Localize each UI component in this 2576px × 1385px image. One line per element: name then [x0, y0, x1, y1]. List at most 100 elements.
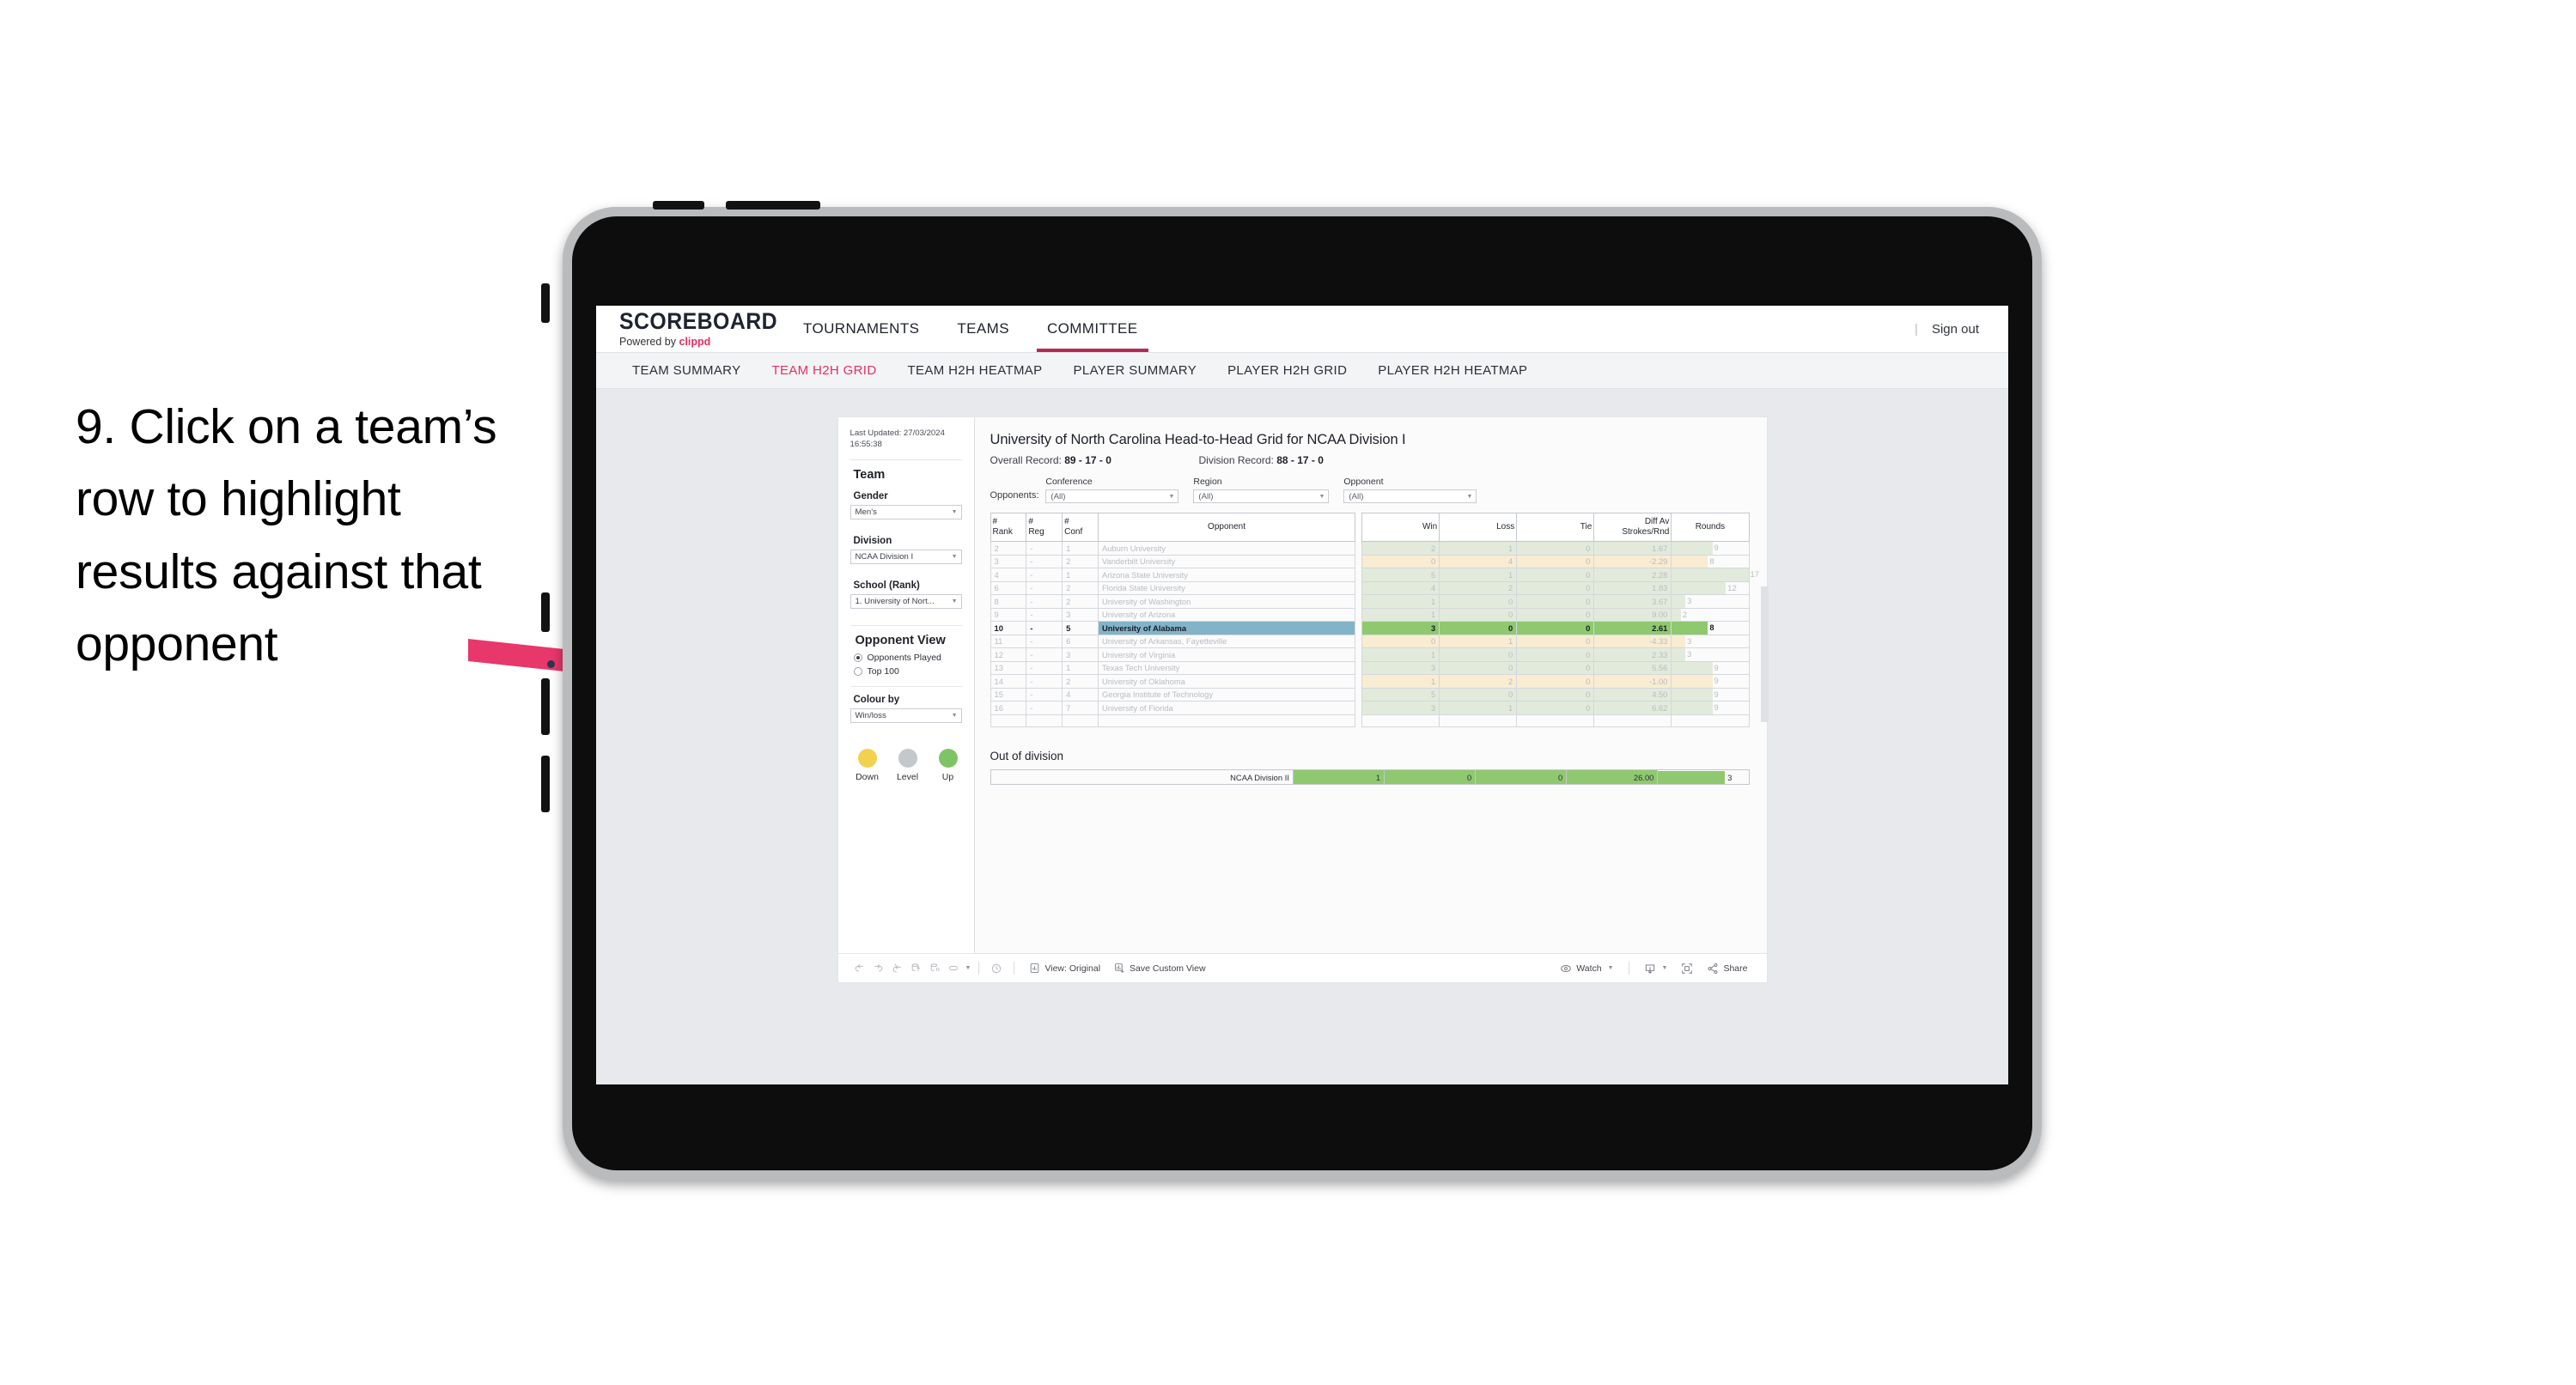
- cell-loss: 4: [1439, 554, 1518, 569]
- cell-loss: 0: [1439, 660, 1518, 676]
- rounds-value: 9: [1714, 662, 1719, 672]
- cell-diff: 1.83: [1593, 580, 1672, 596]
- redo-icon[interactable]: [869, 959, 888, 978]
- filter-value-opponent: (All): [1349, 491, 1364, 501]
- school-select[interactable]: 1. University of Nort... ▼: [850, 594, 962, 610]
- watch-button[interactable]: Watch ▼: [1553, 963, 1620, 975]
- fullscreen-button[interactable]: [1674, 963, 1700, 975]
- opponent-view-title: Opponent View: [855, 634, 946, 648]
- cell-tie: 0: [1516, 607, 1595, 623]
- download-button[interactable]: ▼: [1637, 963, 1675, 975]
- nav-committee[interactable]: COMMITTEE: [1028, 306, 1157, 352]
- cell-loss: 0: [1439, 647, 1518, 662]
- tab-player-h2h-grid[interactable]: PLAYER H2H GRID: [1212, 363, 1362, 378]
- table-row[interactable]: 13-1 Texas Tech University 3 0 0 5.56 9: [990, 660, 1750, 676]
- chevron-down-icon[interactable]: ▼: [965, 965, 971, 971]
- ood-diff: 26.00: [1566, 769, 1659, 786]
- division-value: NCAA Division I: [855, 552, 914, 562]
- ood-win: 1: [1292, 769, 1385, 786]
- view-original-toggle-icon[interactable]: [945, 959, 964, 978]
- cell-diff: -4.33: [1593, 634, 1672, 649]
- alerts-icon[interactable]: [987, 959, 1006, 978]
- ood-opponent: NCAA Division II: [990, 769, 1294, 786]
- revert-icon[interactable]: [888, 959, 907, 978]
- team-section-title: Team: [853, 468, 886, 483]
- cell-spacer: [1355, 661, 1362, 675]
- cell-diff: 2.33: [1593, 647, 1672, 662]
- cell-rank: 13: [990, 660, 1027, 676]
- colour-legend: Down Level Up: [855, 749, 962, 782]
- cell-diff: 1.67: [1593, 541, 1672, 556]
- table-row[interactable]: 10-5 University of Alabama 3 0 0 2.61 8: [990, 621, 1750, 635]
- radio-label-top-100: Top 100: [867, 666, 899, 677]
- pause-updates-icon[interactable]: [926, 959, 945, 978]
- table-row[interactable]: 14-2 University of Oklahoma 1 2 0 -1.00 9: [990, 674, 1750, 689]
- save-custom-view-button[interactable]: Save Custom View: [1107, 963, 1213, 974]
- table-row[interactable]: 9-3 University of Arizona 1 0 0 9.00 2: [990, 607, 1750, 623]
- table-row[interactable]: 2-1 Auburn University 2 1 0 1.67 9: [990, 541, 1750, 556]
- tablet-camera-dot: [547, 660, 555, 668]
- cell-opponent: Texas Tech University: [1097, 660, 1356, 676]
- view-original-button[interactable]: View: Original: [1022, 963, 1107, 974]
- filter-select-region[interactable]: (All) ▼: [1193, 489, 1330, 503]
- tab-team-summary[interactable]: TEAM SUMMARY: [617, 363, 756, 378]
- cell-diff: -1.00: [1593, 674, 1672, 689]
- filter-select-opponent[interactable]: (All) ▼: [1343, 489, 1477, 503]
- cell-spacer: [1355, 541, 1362, 556]
- cell-conf: 2: [1062, 554, 1099, 569]
- cell-tie: 0: [1516, 687, 1595, 702]
- share-button[interactable]: Share: [1700, 963, 1754, 975]
- gender-value: Men’s: [855, 507, 877, 518]
- cell-rank: 16: [990, 701, 1027, 715]
- gender-label: Gender: [853, 491, 888, 502]
- cell-reg: -: [1026, 647, 1063, 662]
- table-row[interactable]: 15-4 Georgia Institute of Technology 5 0 0 4.…: [990, 687, 1750, 702]
- table-row[interactable]: 3-2 Vanderbilt University 0 4 0 -2.29 8: [990, 554, 1750, 569]
- col-tie: Tie: [1516, 512, 1595, 543]
- cell-reg: -: [1026, 674, 1063, 689]
- legend-dot-level: [898, 749, 917, 768]
- chevron-down-icon: ▼: [951, 509, 958, 516]
- colour-by-label: Colour by: [853, 695, 900, 706]
- refresh-data-icon[interactable]: [907, 959, 926, 978]
- cell-reg: -: [1026, 580, 1063, 596]
- viz-title: University of North Carolina Head-to-Hea…: [990, 432, 1406, 447]
- nav-teams[interactable]: TEAMS: [938, 306, 1028, 352]
- cell-reg: -: [1026, 554, 1063, 569]
- cell-win: 0: [1361, 554, 1440, 569]
- radio-top-100[interactable]: Top 100: [853, 666, 962, 677]
- table-row[interactable]: 4-1 Arizona State University 5 1 0 2.28 17: [990, 568, 1759, 582]
- nav-tournaments[interactable]: TOURNAMENTS: [784, 306, 938, 352]
- cell-opponent: University of Arkansas, Fayetteville: [1097, 634, 1356, 649]
- filter-opponent: Opponent (All) ▼: [1343, 477, 1477, 503]
- sign-out-link[interactable]: Sign out: [1932, 322, 1979, 337]
- tab-team-h2h-heatmap[interactable]: TEAM H2H HEATMAP: [892, 363, 1058, 378]
- table-row[interactable]: 12-3 University of Virginia 1 0 0 2.33 3: [990, 647, 1750, 662]
- cell-rank: 10: [990, 621, 1027, 635]
- gender-select[interactable]: Men’s ▼: [850, 505, 962, 520]
- table-row[interactable]: 8-2 University of Washington 1 0 0 3.67 3: [990, 594, 1750, 609]
- filter-select-conference[interactable]: (All) ▼: [1045, 489, 1179, 503]
- cell-rounds: 12: [1671, 580, 1750, 596]
- tab-player-h2h-heatmap[interactable]: PLAYER H2H HEATMAP: [1362, 363, 1543, 378]
- out-of-division-title: Out of division: [990, 750, 1064, 763]
- cell-spacer: [1355, 674, 1362, 689]
- h2h-grid-wrapper: # Rank # Reg # Conf Opponent Win Loss Tie: [990, 512, 1769, 728]
- undo-icon[interactable]: [850, 959, 869, 978]
- table-row[interactable]: 6-2 Florida State University 4 2 0 1.83 12: [990, 580, 1750, 596]
- opponents-filter-label: Opponents:: [990, 490, 1039, 501]
- table-row[interactable]: 16-7 University of Florida 3 1 0 6.62 9: [990, 701, 1750, 715]
- colour-by-select[interactable]: Win/loss ▼: [850, 708, 962, 724]
- chevron-down-icon: ▼: [1168, 493, 1175, 500]
- tab-team-h2h-grid[interactable]: TEAM H2H GRID: [756, 363, 892, 378]
- rounds-value: 9: [1714, 689, 1719, 699]
- app-logo[interactable]: SCOREBOARD Powered by clippd: [619, 310, 777, 349]
- table-row[interactable]: 11-6 University of Arkansas, Fayetteville…: [990, 634, 1750, 649]
- tab-player-summary[interactable]: PLAYER SUMMARY: [1058, 363, 1213, 378]
- division-select[interactable]: NCAA Division I ▼: [850, 550, 962, 565]
- rounds-value: 3: [1687, 596, 1692, 606]
- radio-opponents-played[interactable]: Opponents Played: [853, 653, 962, 663]
- cell-rank: 8: [990, 594, 1027, 609]
- cell-tie: 0: [1516, 660, 1595, 676]
- grid-scrollbar[interactable]: [1760, 586, 1769, 722]
